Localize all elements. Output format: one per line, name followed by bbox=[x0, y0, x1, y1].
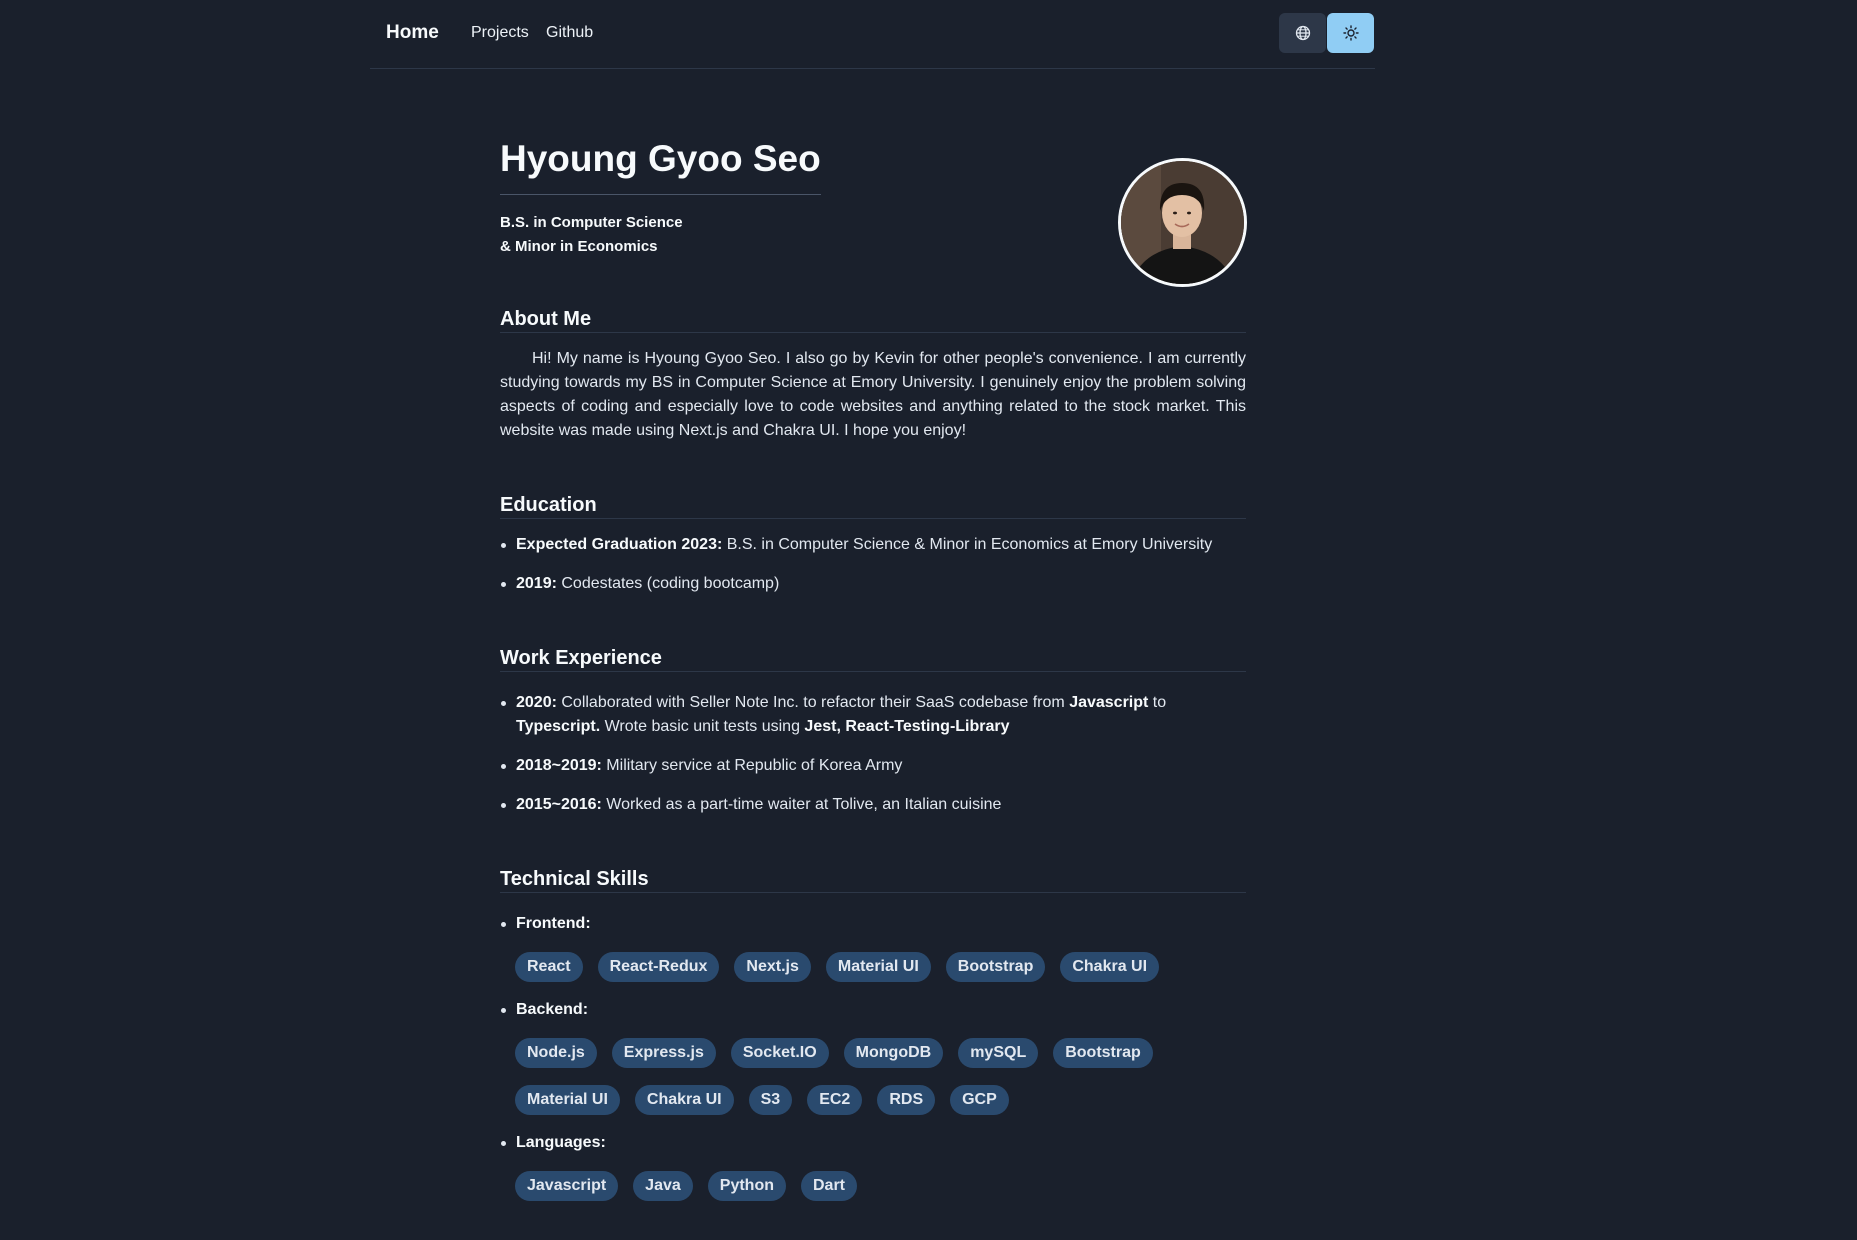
education-item: Expected Graduation 2023: B.S. in Comput… bbox=[501, 533, 1246, 557]
education-title: Education bbox=[500, 494, 1246, 519]
work-item-text: Military service at Republic of Korea Ar… bbox=[601, 757, 903, 774]
work-item-label: 2015~2016: bbox=[516, 796, 602, 813]
avatar bbox=[1118, 158, 1247, 287]
skills-category: Frontend: bbox=[501, 912, 1246, 936]
work-item: 2018~2019: Military service at Republic … bbox=[501, 754, 1246, 778]
skill-tag: React bbox=[515, 952, 583, 982]
skill-tag: GCP bbox=[950, 1085, 1009, 1115]
work-item: 2020: Collaborated with Seller Note Inc.… bbox=[501, 691, 1246, 739]
education-item-label: 2019: bbox=[516, 575, 557, 592]
work-item-text: Collaborated with Seller Note Inc. to re… bbox=[556, 694, 1070, 711]
skill-tag: Chakra UI bbox=[1060, 952, 1160, 982]
work-item-label: 2020: bbox=[516, 694, 557, 711]
about-text: Hi! My name is Hyoung Gyoo Seo. I also g… bbox=[500, 350, 1246, 439]
work-item-ts: Typescript. bbox=[516, 718, 601, 735]
frontend-label: Frontend: bbox=[516, 915, 591, 932]
skill-tag: mySQL bbox=[958, 1038, 1039, 1068]
nav-projects-link[interactable]: Projects bbox=[471, 24, 529, 42]
skill-tag: Socket.IO bbox=[730, 1038, 829, 1068]
skill-tag: Node.js bbox=[515, 1038, 597, 1068]
skills-category: Languages: bbox=[501, 1131, 1246, 1155]
skill-tag: MongoDB bbox=[843, 1038, 944, 1068]
skill-tag: Material UI bbox=[515, 1085, 620, 1115]
work-item-tools: Jest, React-Testing-Library bbox=[804, 718, 1010, 735]
nav-github-link[interactable]: Github bbox=[546, 24, 593, 42]
skill-tag: Javascript bbox=[515, 1171, 619, 1201]
skill-tag: Dart bbox=[800, 1171, 857, 1201]
nav-home-link[interactable]: Home bbox=[386, 22, 439, 44]
education-item: 2019: Codestates (coding bootcamp) bbox=[501, 572, 1246, 596]
education-item-label: Expected Graduation 2023: bbox=[516, 536, 723, 553]
top-nav: Home Projects Github bbox=[370, 0, 1375, 69]
skill-tag: S3 bbox=[748, 1085, 793, 1115]
skill-tag: Express.js bbox=[611, 1038, 716, 1068]
frontend-tags: React React-Redux Next.js Material UI Bo… bbox=[515, 952, 1174, 982]
skill-tag: EC2 bbox=[807, 1085, 863, 1115]
profile-degree: B.S. in Computer Science & Minor in Econ… bbox=[500, 211, 683, 259]
skill-tag: React-Redux bbox=[597, 952, 720, 982]
education-item-text: Codestates (coding bootcamp) bbox=[556, 575, 780, 592]
skills-category: Backend: bbox=[501, 998, 1246, 1022]
education-item-text: B.S. in Computer Science & Minor in Econ… bbox=[722, 536, 1213, 553]
work-item-to: to bbox=[1148, 694, 1167, 711]
skill-tag: Next.js bbox=[734, 952, 811, 982]
skill-tag: Bootstrap bbox=[945, 952, 1046, 982]
backend-tags-row-1: Node.js Express.js Socket.IO MongoDB myS… bbox=[515, 1038, 1168, 1068]
language-button[interactable] bbox=[1279, 13, 1326, 53]
globe-icon bbox=[1295, 25, 1310, 41]
skill-tag: Python bbox=[707, 1171, 786, 1201]
skill-tag: Chakra UI bbox=[634, 1085, 734, 1115]
work-item-js: Javascript bbox=[1069, 694, 1149, 711]
degree-line-1: B.S. in Computer Science bbox=[500, 214, 683, 231]
skill-tag: RDS bbox=[877, 1085, 936, 1115]
profile-name: Hyoung Gyoo Seo bbox=[500, 138, 821, 195]
work-item: 2015~2016: Worked as a part-time waiter … bbox=[501, 793, 1246, 817]
sun-icon bbox=[1342, 25, 1359, 41]
work-item-text2: Wrote basic unit tests using bbox=[600, 718, 805, 735]
languages-tags: Javascript Java Python Dart bbox=[515, 1171, 872, 1201]
work-item-label: 2018~2019: bbox=[516, 757, 602, 774]
languages-label: Languages: bbox=[516, 1134, 606, 1151]
skills-title: Technical Skills bbox=[500, 868, 1246, 893]
skill-tag: Java bbox=[633, 1171, 693, 1201]
theme-toggle-button[interactable] bbox=[1327, 13, 1374, 53]
backend-tags-row-2: Material UI Chakra UI S3 EC2 RDS GCP bbox=[515, 1085, 1024, 1115]
backend-label: Backend: bbox=[516, 1001, 589, 1018]
work-title: Work Experience bbox=[500, 647, 1246, 672]
avatar-photo bbox=[1121, 161, 1244, 284]
skill-tag: Material UI bbox=[825, 952, 931, 982]
work-item-text: Worked as a part-time waiter at Tolive, … bbox=[601, 796, 1002, 813]
degree-line-2: & Minor in Economics bbox=[500, 238, 658, 255]
about-title: About Me bbox=[500, 308, 1246, 333]
skill-tag: Bootstrap bbox=[1053, 1038, 1153, 1068]
